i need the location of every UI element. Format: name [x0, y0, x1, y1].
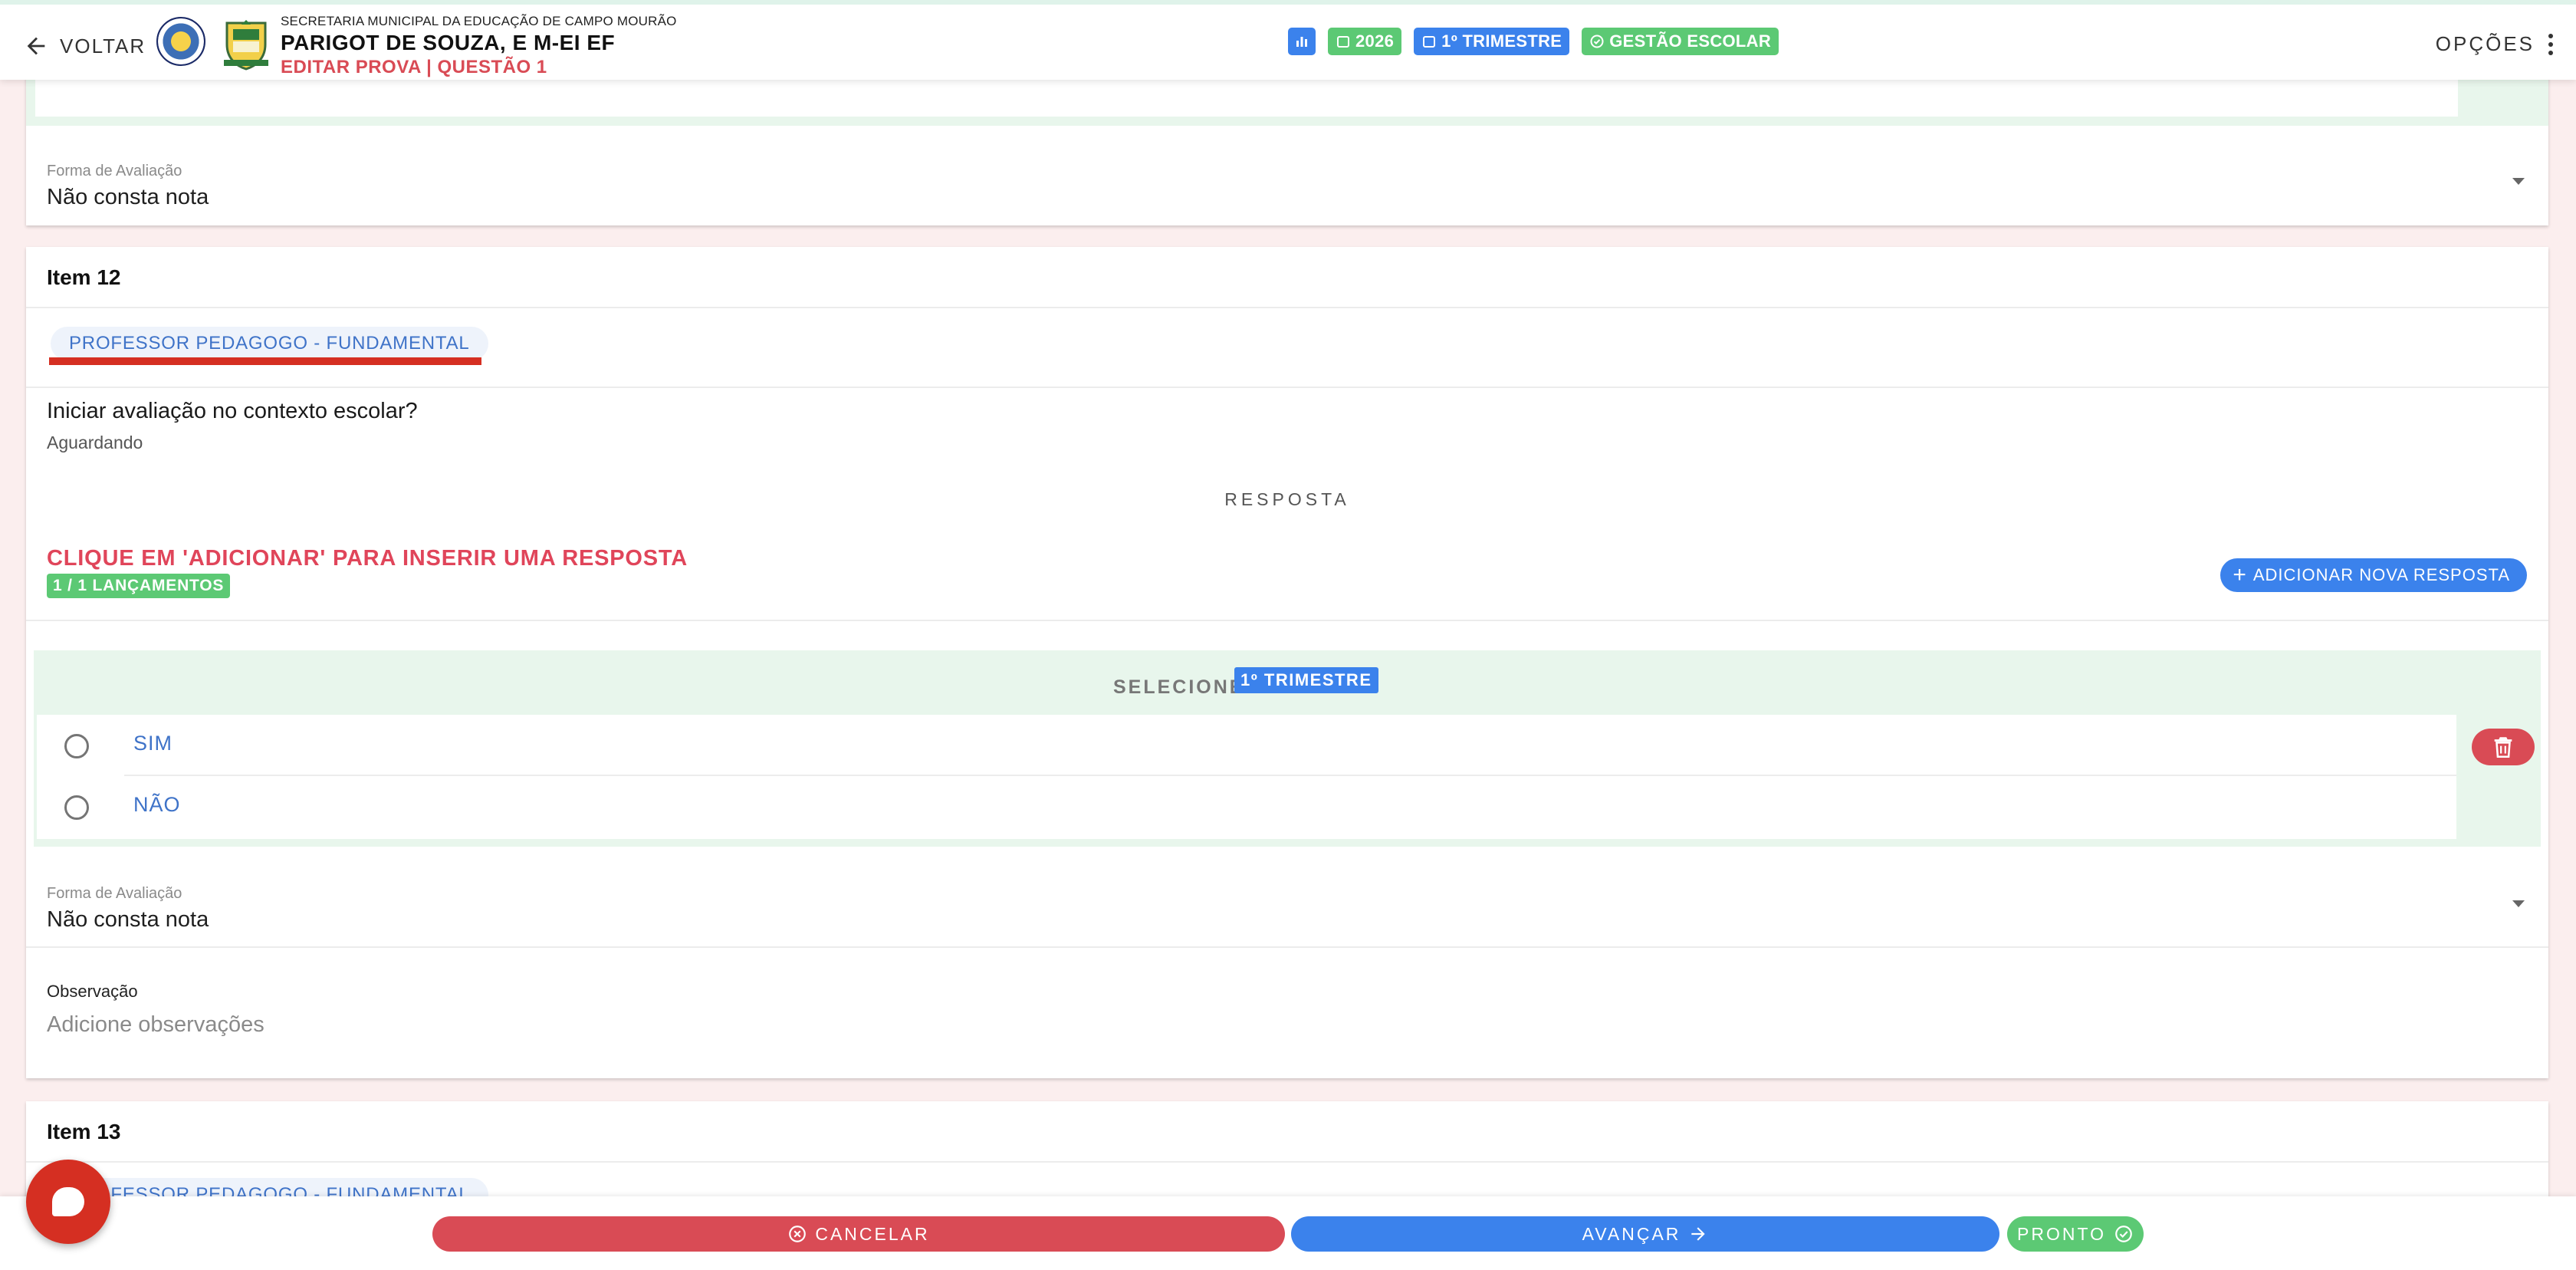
municipal-coat-of-arms-icon — [224, 20, 268, 71]
management-chip[interactable]: GESTÃO ESCOLAR — [1582, 28, 1779, 55]
edit-context-label: EDITAR PROVA | QUESTÃO 1 — [281, 57, 547, 77]
done-label: PRONTO — [2017, 1223, 2106, 1244]
option-nao[interactable]: NÃO — [37, 776, 2456, 837]
bottom-action-bar: CANCELAR AVANÇAR PRONTO — [0, 1196, 2576, 1270]
arrow-right-icon — [1691, 1227, 1706, 1241]
divider — [26, 307, 2548, 308]
trash-icon — [2494, 737, 2512, 758]
item-title: Item 13 — [47, 1120, 121, 1143]
select-label: SELECIONE — [1113, 676, 1245, 698]
next-label: AVANÇAR — [1582, 1223, 1681, 1244]
close-circle-icon — [789, 1226, 807, 1242]
add-response-prompt: CLIQUE EM 'ADICIONAR' PARA INSERIR UMA R… — [47, 546, 688, 571]
radio-unchecked-icon[interactable] — [64, 795, 89, 820]
add-response-label: ADICIONAR NOVA RESPOSTA — [2252, 565, 2510, 584]
year-chip[interactable]: 2026 — [1328, 28, 1402, 55]
options-menu-button[interactable]: OPÇÕES — [2436, 32, 2553, 56]
bar-chart-icon — [1296, 37, 1307, 47]
item-title: Item 12 — [47, 265, 121, 289]
calendar-icon — [1337, 36, 1349, 48]
school-name: PARIGOT DE SOUZA, E M-EI EF — [281, 31, 616, 54]
caret-down-icon — [2512, 178, 2525, 185]
calendar-icon — [1423, 36, 1436, 48]
response-heading: RESPOSTA — [1224, 489, 1350, 509]
trimester-chip-label: 1º TRIMESTRE — [1441, 31, 1562, 51]
previous-evaluation-form-select[interactable]: Forma de Avaliação Não consta nota — [47, 163, 2531, 210]
item-12-card: Item 12 PROFESSOR PEDAGOGO - FUNDAMENTAL… — [26, 247, 2548, 1078]
cancel-button[interactable]: CANCELAR — [432, 1216, 1285, 1252]
chat-bubble-icon — [52, 1187, 84, 1216]
next-button[interactable]: AVANÇAR — [1291, 1216, 1999, 1252]
secretaria-logo-icon — [156, 17, 205, 66]
observation-input[interactable] — [47, 1012, 2523, 1038]
year-chip-label: 2026 — [1355, 31, 1395, 51]
field-value: Não consta nota — [47, 907, 209, 932]
question-status: Aguardando — [47, 433, 143, 452]
field-label: Forma de Avaliação — [47, 885, 182, 902]
trimester-chip[interactable]: 1º TRIMESTRE — [1414, 28, 1570, 55]
arrow-left-icon — [27, 37, 45, 55]
delete-response-button[interactable] — [2472, 729, 2535, 765]
check-circle-icon — [1590, 35, 1604, 48]
launches-badge: 1 / 1 LANÇAMENTOS — [47, 574, 231, 598]
app-header: VOLTAR SECRETARIA MUNICIPAL DA EDUCAÇÃO … — [0, 0, 2576, 80]
trimester-tag: 1º TRIMESTRE — [1234, 667, 1378, 693]
plus-icon: + — [2233, 562, 2247, 587]
divider — [26, 620, 2548, 621]
option-sim[interactable]: SIM — [37, 715, 2456, 776]
divider — [26, 387, 2548, 388]
cancel-label: CANCELAR — [815, 1223, 930, 1244]
answer-options-list: SIM NÃO — [37, 715, 2456, 839]
option-label: NÃO — [133, 793, 181, 816]
check-circle-icon — [2115, 1226, 2132, 1242]
evaluation-form-select[interactable]: Forma de Avaliação Não consta nota — [47, 885, 2531, 933]
divider — [26, 1161, 2548, 1163]
done-button[interactable]: PRONTO — [2007, 1216, 2144, 1252]
options-label: OPÇÕES — [2435, 32, 2535, 55]
question-text: Iniciar avaliação no contexto escolar? — [47, 399, 418, 423]
field-label: Forma de Avaliação — [47, 163, 182, 179]
management-chip-label: GESTÃO ESCOLAR — [1609, 31, 1772, 51]
radio-unchecked-icon[interactable] — [64, 734, 89, 758]
add-new-response-button[interactable]: + ADICIONAR NOVA RESPOSTA — [2220, 558, 2527, 592]
option-label: SIM — [133, 732, 173, 755]
role-highlight-underline — [49, 357, 481, 365]
back-button[interactable]: VOLTAR — [23, 31, 146, 61]
school-info: SECRETARIA MUNICIPAL DA EDUCAÇÃO DE CAMP… — [281, 14, 677, 78]
chart-chip[interactable] — [1288, 28, 1316, 55]
back-label: VOLTAR — [60, 34, 146, 58]
header-chips: 2026 1º TRIMESTRE GESTÃO ESCOLAR — [1288, 28, 1779, 55]
observation-label: Observação — [47, 982, 138, 1001]
caret-down-icon — [2512, 900, 2525, 907]
chat-fab-button[interactable] — [26, 1160, 110, 1244]
role-chip: PROFESSOR PEDAGOGO - FUNDAMENTAL — [51, 327, 488, 360]
field-value: Não consta nota — [47, 185, 209, 209]
secretaria-name: SECRETARIA MUNICIPAL DA EDUCAÇÃO DE CAMP… — [281, 14, 677, 28]
more-vertical-icon — [2548, 33, 2553, 55]
divider — [26, 946, 2548, 948]
